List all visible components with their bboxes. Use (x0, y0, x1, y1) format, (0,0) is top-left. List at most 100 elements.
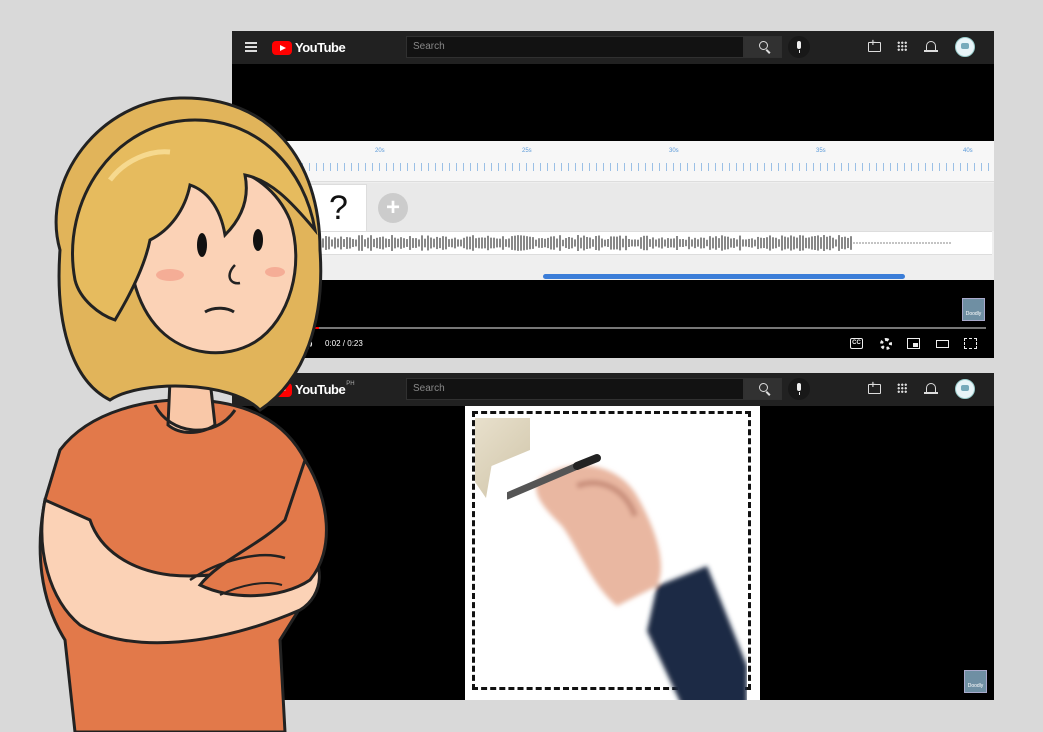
waveform-bar (892, 242, 894, 244)
waveform-graphic (292, 235, 951, 251)
menu-icon[interactable] (245, 42, 257, 52)
waveform-bar (655, 239, 657, 247)
notifications-bell-icon[interactable] (924, 41, 938, 52)
timeline-scrollbar[interactable] (543, 274, 905, 279)
search-input[interactable]: Search (406, 36, 744, 58)
waveform-bar (397, 238, 399, 248)
waveform-bar (712, 237, 714, 249)
waveform-bar (493, 237, 495, 249)
captions-icon[interactable]: CC (850, 338, 863, 349)
waveform-bar (820, 237, 822, 249)
waveform-bar (781, 235, 783, 251)
waveform-bar (460, 239, 462, 247)
waveform-bar (487, 235, 489, 251)
youtube-window-bottom: YouTube PH Search Doodly (232, 373, 994, 700)
fullscreen-icon[interactable] (964, 338, 977, 349)
waveform-bar (475, 238, 477, 248)
waveform-bar (874, 242, 876, 244)
waveform-bar (823, 235, 825, 251)
waveform-bar (772, 237, 774, 249)
audio-waveform (292, 231, 992, 255)
youtube-play-icon (272, 40, 292, 55)
waveform-bar (946, 242, 948, 244)
doodly-watermark: Doodly (964, 670, 987, 693)
waveform-bar (367, 237, 369, 249)
whiteboard-video-frame[interactable] (465, 406, 760, 700)
youtube-header: YouTube Search (232, 31, 994, 64)
create-video-icon[interactable] (868, 380, 881, 394)
waveform-bar (949, 242, 951, 244)
waveform-bar (517, 235, 519, 251)
waveform-bar (388, 238, 390, 248)
waveform-bar (466, 236, 468, 250)
voice-search-icon[interactable] (788, 36, 810, 58)
add-clip-button[interactable]: + (378, 193, 408, 223)
miniplayer-icon[interactable] (907, 338, 920, 349)
search-button[interactable] (744, 36, 782, 58)
timeline-label: 20s (375, 148, 385, 154)
waveform-bar (718, 238, 720, 248)
waveform-bar (478, 237, 480, 249)
search-icon (759, 383, 768, 392)
waveform-bar (709, 236, 711, 250)
waveform-bar (943, 242, 945, 244)
waveform-bar (625, 235, 627, 251)
waveform-bar (727, 236, 729, 250)
youtube-logo[interactable]: YouTube (272, 40, 346, 55)
timeline-label: 40s (963, 148, 973, 154)
theater-mode-icon[interactable] (936, 340, 949, 348)
voice-search-icon[interactable] (788, 378, 810, 400)
waveform-bar (448, 239, 450, 247)
avatar[interactable] (955, 37, 975, 57)
waveform-bar (691, 239, 693, 247)
waveform-bar (871, 242, 873, 244)
avatar[interactable] (955, 379, 975, 399)
waveform-bar (586, 236, 588, 250)
waveform-bar (370, 235, 372, 251)
waveform-bar (757, 236, 759, 250)
waveform-bar (559, 235, 561, 251)
video-progress-bar[interactable] (284, 327, 986, 329)
waveform-bar (481, 237, 483, 249)
apps-grid-icon[interactable] (897, 41, 907, 51)
waveform-bar (661, 237, 663, 249)
waveform-bar (379, 237, 381, 249)
waveform-bar (409, 236, 411, 250)
waveform-bar (622, 238, 624, 248)
waveform-bar (361, 235, 363, 251)
settings-gear-icon[interactable] (880, 338, 892, 350)
apps-grid-icon[interactable] (897, 383, 907, 393)
waveform-bar (421, 235, 423, 251)
waveform-bar (703, 237, 705, 249)
waveform-bar (847, 237, 849, 249)
waveform-bar (775, 237, 777, 249)
waveform-bar (568, 236, 570, 250)
waveform-bar (472, 235, 474, 251)
waveform-bar (385, 238, 387, 248)
create-video-icon[interactable] (868, 38, 881, 52)
waveform-bar (505, 239, 507, 247)
search-button[interactable] (744, 378, 782, 400)
waveform-bar (382, 236, 384, 250)
waveform-bar (499, 238, 501, 248)
waveform-bar (430, 237, 432, 249)
waveform-bar (589, 237, 591, 249)
waveform-bar (658, 238, 660, 248)
waveform-bar (730, 238, 732, 248)
waveform-bar (535, 239, 537, 247)
waveform-bar (523, 235, 525, 251)
waveform-bar (826, 236, 828, 250)
waveform-bar (514, 235, 516, 251)
waveform-bar (454, 237, 456, 249)
waveform-bar (694, 237, 696, 249)
waveform-bar (865, 242, 867, 244)
waveform-bar (859, 242, 861, 244)
waveform-bar (715, 236, 717, 250)
notifications-bell-icon[interactable] (924, 383, 938, 394)
waveform-bar (841, 237, 843, 249)
waveform-bar (739, 235, 741, 251)
search-input[interactable]: Search (406, 378, 744, 400)
timeline-label: 30s (669, 148, 679, 154)
waveform-bar (556, 238, 558, 248)
timeline-label: 25s (522, 148, 532, 154)
